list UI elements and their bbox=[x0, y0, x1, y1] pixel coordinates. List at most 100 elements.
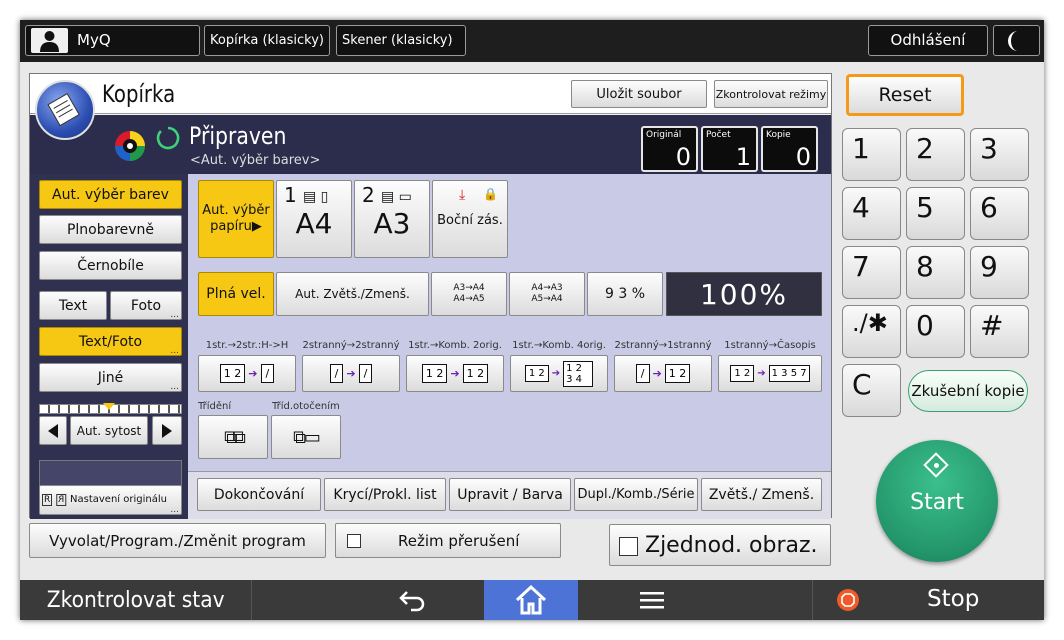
original-settings-button[interactable]: R R Nastavení originálu ... bbox=[39, 485, 182, 515]
key-9[interactable]: 9 bbox=[970, 246, 1029, 299]
photo-original-button[interactable]: Foto... bbox=[110, 291, 182, 320]
rotate-sort-icon: ⧉▭ bbox=[293, 426, 321, 448]
back-button[interactable] bbox=[365, 580, 459, 620]
page-stack-icon: 1 2 bbox=[664, 364, 691, 383]
start-icon-dot bbox=[934, 463, 939, 468]
text-photo-original-button[interactable]: Text/Foto... bbox=[39, 327, 182, 356]
home-button[interactable] bbox=[484, 580, 578, 620]
start-button[interactable]: Start bbox=[876, 440, 998, 562]
ratio-93-button[interactable]: 9 3 % bbox=[587, 272, 663, 316]
ready-status-icon bbox=[156, 126, 180, 150]
clear-key[interactable]: C bbox=[842, 364, 901, 417]
arrow-right-icon bbox=[162, 423, 172, 438]
key-1[interactable]: 1 bbox=[842, 128, 901, 181]
page-title: Kopírka bbox=[102, 80, 176, 108]
moon-icon bbox=[1008, 31, 1018, 51]
auto-density-button[interactable]: Aut. sytost bbox=[70, 416, 148, 445]
originals-counter: Originál 0 bbox=[641, 126, 698, 172]
tab-cover-slip-sheet[interactable]: Krycí/Prokl. list bbox=[324, 478, 446, 511]
enlarge-a4-a3-button[interactable]: A4→A3 A5→A4 bbox=[509, 272, 585, 316]
logout-button[interactable]: Odhlášení bbox=[868, 25, 988, 56]
duplex-page-icon: / bbox=[260, 364, 275, 383]
original-orientation-icon: R bbox=[42, 494, 53, 506]
auto-reduce-enlarge-button[interactable]: Aut. Zvětš./Zmenš. bbox=[276, 272, 429, 316]
bypass-tray-icon: ⤓ bbox=[459, 187, 466, 203]
ratio-display[interactable]: 100% bbox=[666, 272, 822, 316]
menu-button[interactable] bbox=[605, 580, 699, 620]
bypass-tray-button[interactable]: ⤓ 🔒 Boční zás. bbox=[432, 180, 508, 258]
key-8[interactable]: 8 bbox=[906, 246, 965, 299]
page-stack-icon: 1 2 bbox=[524, 365, 549, 382]
page-stack-icon: 1 2 bbox=[421, 364, 448, 383]
key-3[interactable]: 3 bbox=[970, 128, 1029, 181]
copier-app-icon bbox=[35, 80, 95, 140]
sort-button[interactable]: ⧉⧉ bbox=[198, 415, 268, 459]
auto-paper-select-button[interactable]: Aut. výběr papíru▶ bbox=[198, 180, 274, 258]
key-6[interactable]: 6 bbox=[970, 187, 1029, 240]
key-0[interactable]: 0 bbox=[906, 305, 965, 358]
user-name: MyQ bbox=[77, 31, 111, 49]
arrow-icon: ➔ bbox=[248, 367, 258, 380]
text-original-button[interactable]: Text bbox=[39, 291, 107, 320]
rotate-sort-label: Tříd.otočením bbox=[272, 401, 340, 412]
key-4[interactable]: 4 bbox=[842, 187, 901, 240]
copies-counter: Kopie 0 bbox=[761, 126, 818, 172]
other-original-button[interactable]: Jiné... bbox=[39, 363, 182, 392]
density-darker-button[interactable] bbox=[152, 416, 182, 445]
auto-color-button[interactable]: Aut. výběr barev bbox=[39, 180, 182, 209]
duplex-1to2-button[interactable]: 1str.→2str.:H->H 1 2 ➔ / bbox=[198, 340, 296, 392]
tray-paper-icon: ▤ ▭ bbox=[381, 189, 412, 205]
program-button[interactable]: Vyvolat/Program./Změnit program bbox=[29, 523, 326, 558]
tab-reduce-enlarge[interactable]: Zvětš./ Zmenš. bbox=[701, 478, 822, 511]
tab-edit-color[interactable]: Upravit / Barva bbox=[449, 478, 571, 511]
combine-4-originals-button[interactable]: 1str.→Komb. 4orig. 1 2 ➔ 1 2 3 4 bbox=[510, 340, 608, 392]
stop-button[interactable]: Stop bbox=[812, 580, 1044, 620]
full-size-button[interactable]: Plná vel. bbox=[198, 272, 274, 316]
user-icon bbox=[31, 28, 68, 53]
combine-2-originals-button[interactable]: 1str.→Komb. 2orig. 1 2 ➔ 1 2 bbox=[406, 340, 504, 392]
interrupt-checkbox bbox=[347, 534, 361, 548]
tab-finishing[interactable]: Dokončování bbox=[197, 478, 321, 511]
sample-copy-button[interactable]: Zkušební kopie bbox=[908, 370, 1028, 412]
reduce-a3-a4-button[interactable]: A3→A4 A4→A5 bbox=[431, 272, 507, 316]
tab-scanner-classic[interactable]: Skener (klasicky) bbox=[336, 25, 466, 56]
density-lighter-button[interactable] bbox=[39, 416, 67, 445]
simplified-checkbox bbox=[619, 537, 638, 556]
full-color-button[interactable]: Plnobarevně bbox=[39, 215, 182, 244]
density-scale bbox=[39, 403, 182, 414]
arrow-icon: ➔ bbox=[450, 367, 460, 380]
duplex-2to2-button[interactable]: 2stranný→2stranný / ➔ / bbox=[302, 340, 400, 392]
rotate-sort-button[interactable]: ⧉▭ bbox=[271, 415, 341, 459]
simplified-screen-button[interactable]: Zjednod. obraz. bbox=[609, 524, 831, 566]
check-status-button[interactable]: Zkontrolovat stav bbox=[20, 580, 252, 620]
save-file-button[interactable]: Uložit soubor bbox=[571, 80, 707, 108]
black-white-button[interactable]: Černobíle bbox=[39, 251, 182, 280]
key-hash[interactable]: # bbox=[970, 305, 1029, 358]
key-7[interactable]: 7 bbox=[842, 246, 901, 299]
duplex-page-icon: / bbox=[635, 364, 650, 383]
page-stack-icon: 1 2 bbox=[219, 364, 246, 383]
user-button[interactable]: MyQ bbox=[25, 25, 200, 56]
combined-page-icon: 1 2 3 4 bbox=[563, 360, 594, 387]
energy-saver-button[interactable] bbox=[993, 25, 1040, 56]
key-2[interactable]: 2 bbox=[906, 128, 965, 181]
arrow-icon: ➔ bbox=[551, 368, 561, 379]
tab-copier-classic[interactable]: Kopírka (klasicky) bbox=[204, 25, 330, 56]
reset-button[interactable]: Reset bbox=[846, 74, 964, 116]
tray-1-button[interactable]: 1 ▤ ▯ A4 bbox=[276, 180, 352, 258]
sort-label: Třídění bbox=[198, 401, 232, 412]
tab-duplex-combine-series[interactable]: Dupl./Komb./Série bbox=[574, 478, 698, 511]
magazine-button[interactable]: 1stranný→Časopis 1 2 ➔ 1 3 5 7 bbox=[718, 340, 822, 392]
status-subtext: <Aut. výběr barev> bbox=[190, 153, 321, 168]
key-dot-star[interactable]: ./✱ bbox=[842, 305, 901, 358]
check-modes-button[interactable]: Zkontrolovat režimy bbox=[714, 80, 828, 108]
tray-2-button[interactable]: 2 ▤ ▭ A3 bbox=[354, 180, 430, 258]
tray-paper-icon: ▤ ▯ bbox=[303, 189, 329, 205]
count-counter: Počet 1 bbox=[701, 126, 758, 172]
key-5[interactable]: 5 bbox=[906, 187, 965, 240]
arrow-icon: ➔ bbox=[346, 367, 356, 380]
duplex-2to1-button[interactable]: 2stranný→1stranný / ➔ 1 2 bbox=[614, 340, 712, 392]
original-orientation-icon-2: R bbox=[56, 494, 67, 506]
sort-icon: ⧉⧉ bbox=[224, 426, 246, 448]
interrupt-mode-button[interactable]: Režim přerušení bbox=[335, 523, 561, 558]
